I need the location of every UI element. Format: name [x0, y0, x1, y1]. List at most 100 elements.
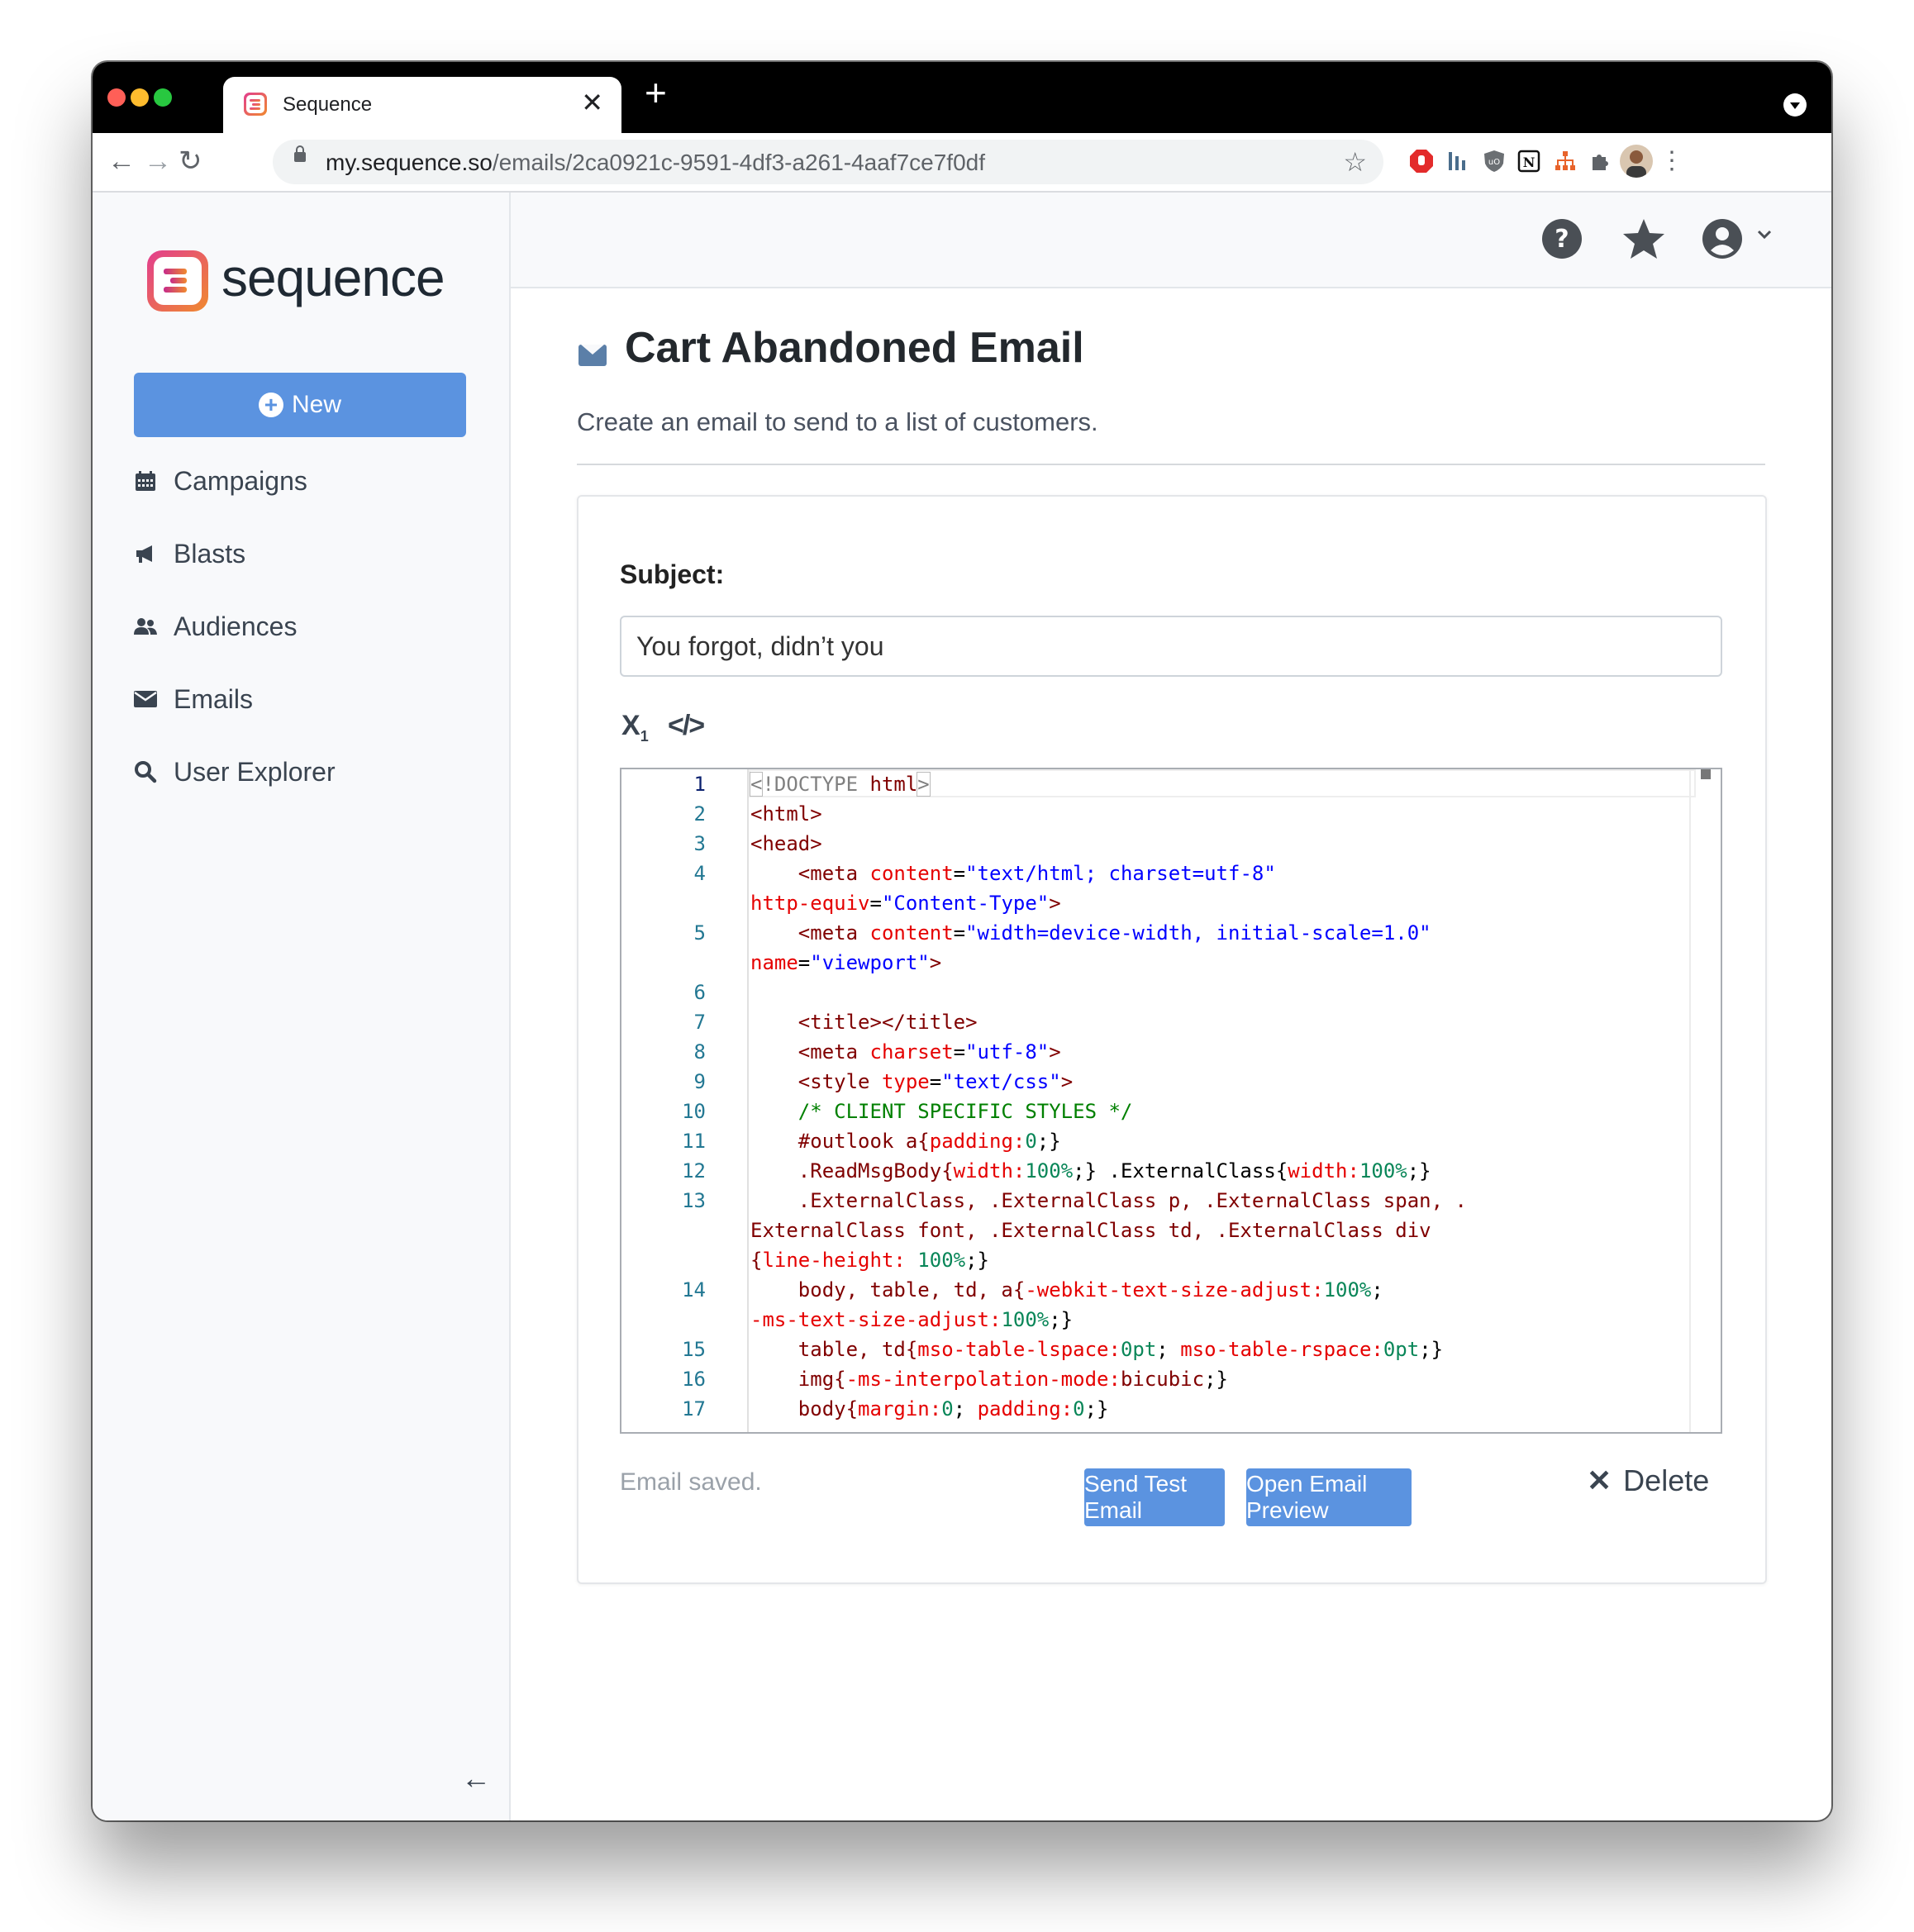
- line-number: 1: [693, 773, 706, 796]
- subject-label: Subject:: [620, 559, 725, 589]
- line-number: 5: [693, 921, 706, 945]
- send-test-email-button[interactable]: Send Test Email: [1084, 1468, 1225, 1526]
- code-line: http-equiv="Content-Type">: [750, 892, 1061, 915]
- email-form-card: Subject: You forgot, didn’t you X1 </> 1…: [577, 495, 1767, 1584]
- svg-text:uO: uO: [1488, 158, 1500, 167]
- delete-button[interactable]: ✕ Delete: [1587, 1463, 1709, 1498]
- new-button[interactable]: + New: [134, 373, 466, 437]
- code-line: name="viewport">: [750, 951, 942, 974]
- reload-icon[interactable]: ↻: [179, 145, 202, 178]
- minimize-window-button[interactable]: [131, 88, 149, 107]
- bookmark-star-icon[interactable]: ☆: [1343, 146, 1367, 178]
- editor-scrollbar[interactable]: [1689, 769, 1721, 1432]
- code-line: {line-height: 100%;}: [750, 1249, 989, 1272]
- subscript-icon[interactable]: X1: [621, 710, 649, 745]
- top-bar: ?: [511, 193, 1831, 288]
- sidebar-item-label: User Explorer: [174, 756, 336, 787]
- code-line: /* CLIENT SPECIFIC STYLES */: [750, 1100, 1133, 1123]
- search-icon: [132, 760, 159, 783]
- line-number: 15: [682, 1338, 706, 1361]
- envelope-icon: [578, 345, 607, 366]
- address-toolbar: ← → ↻ my.sequence.so/emails/2ca0921c-959…: [93, 133, 1831, 193]
- line-number: 9: [693, 1070, 706, 1093]
- divider: [577, 464, 1765, 465]
- code-editor[interactable]: 1 2 3 4 5 6 7 8 9 10 11 12 13 14 15 16 17 <!DOCTYPE html…: [620, 768, 1722, 1434]
- browser-menu-icon[interactable]: ⋮: [1659, 145, 1684, 178]
- sidebar-item-user-explorer[interactable]: User Explorer: [132, 751, 336, 792]
- plus-circle-icon: +: [258, 393, 283, 417]
- analytics-extension-icon[interactable]: [1443, 146, 1473, 176]
- subject-input[interactable]: You forgot, didn’t you: [620, 616, 1722, 677]
- line-number-gutter: 1 2 3 4 5 6 7 8 9 10 11 12 13 14 15 16 17: [621, 769, 745, 1432]
- code-content[interactable]: <!DOCTYPE html> <html> <head> <meta conten…: [747, 769, 1696, 1432]
- tab-title: Sequence: [283, 93, 373, 116]
- line-number: 2: [693, 802, 706, 826]
- code-line: body, table, td, a{-webkit-text-size-adj…: [750, 1278, 1383, 1301]
- code-line: table, td{mso-table-lspace:0pt; mso-tabl…: [750, 1338, 1444, 1361]
- open-email-preview-button[interactable]: Open Email Preview: [1246, 1468, 1412, 1526]
- line-number: 4: [693, 862, 706, 885]
- browser-tab[interactable]: Sequence ✕: [223, 77, 621, 133]
- code-line: .ExternalClass, .ExternalClass p, .Exter…: [750, 1189, 1467, 1212]
- address-bar[interactable]: my.sequence.so/emails/2ca0921c-9591-4df3…: [273, 140, 1383, 184]
- code-line: <head>: [750, 832, 822, 855]
- users-icon: [132, 615, 159, 638]
- code-line: <html>: [750, 802, 822, 826]
- code-line: img{-ms-interpolation-mode:bicubic;}: [750, 1368, 1228, 1391]
- sidebar-item-label: Audiences: [174, 611, 298, 641]
- code-line: <title></title>: [798, 1011, 978, 1034]
- url-text: my.sequence.so/emails/2ca0921c-9591-4df3…: [326, 150, 986, 175]
- sidebar: sequence + New Campaigns Blasts Audiences…: [93, 193, 511, 1820]
- code-line: ExternalClass font, .ExternalClass td, .…: [750, 1219, 1431, 1242]
- page-title: Cart Abandoned Email: [625, 324, 1084, 372]
- sidebar-item-campaigns[interactable]: Campaigns: [132, 460, 307, 502]
- sidebar-item-audiences[interactable]: Audiences: [132, 606, 297, 647]
- collapse-sidebar-arrow-icon[interactable]: ←: [461, 1761, 491, 1796]
- ublock-extension-icon[interactable]: uO: [1479, 146, 1509, 176]
- line-number: 3: [693, 832, 706, 855]
- line-number: 8: [693, 1040, 706, 1064]
- sidebar-item-blasts[interactable]: Blasts: [132, 533, 245, 574]
- code-icon[interactable]: </>: [668, 710, 705, 742]
- line-number: 7: [693, 1011, 706, 1034]
- sidebar-item-label: Blasts: [174, 538, 246, 569]
- code-line: .ReadMsgBody{width:100%;} .ExternalClass…: [750, 1159, 1431, 1183]
- profile-avatar[interactable]: [1620, 145, 1653, 178]
- line-number: 16: [682, 1368, 706, 1391]
- star-icon[interactable]: [1621, 217, 1666, 264]
- account-icon[interactable]: [1701, 217, 1744, 264]
- line-number: 10: [682, 1100, 706, 1123]
- lock-icon: [294, 145, 306, 162]
- line-number: 17: [682, 1397, 706, 1420]
- tab-close-icon[interactable]: ✕: [581, 87, 603, 118]
- code-line: <meta content="width=device-width, initi…: [798, 921, 1431, 945]
- save-status: Email saved.: [620, 1468, 762, 1496]
- code-line: -ms-text-size-adjust:100%;}: [750, 1308, 1074, 1331]
- svg-text:N: N: [1523, 155, 1535, 170]
- sitemap-extension-icon[interactable]: [1550, 146, 1580, 176]
- code-line: <meta content="text/html; charset=utf-8": [798, 862, 1276, 885]
- line-number: 13: [682, 1189, 706, 1212]
- code-line: #outlook a{padding:0;}: [750, 1130, 1061, 1153]
- close-window-button[interactable]: [107, 88, 126, 107]
- sidebar-item-emails[interactable]: Emails: [132, 678, 253, 720]
- notion-extension-icon[interactable]: N: [1514, 146, 1544, 176]
- chevron-down-icon[interactable]: [1755, 226, 1774, 248]
- extensions-puzzle-icon[interactable]: [1585, 146, 1615, 176]
- sequence-logo-icon: [147, 250, 208, 312]
- line-number: 14: [682, 1278, 706, 1301]
- code-line: <style type="text/css">: [798, 1070, 1074, 1093]
- browser-window: Sequence ✕ + ← → ↻ my.sequence.so/emails…: [93, 62, 1831, 1820]
- forward-icon[interactable]: →: [144, 145, 172, 178]
- code-line: body{margin:0; padding:0;}: [750, 1397, 1109, 1420]
- back-icon[interactable]: ←: [107, 145, 136, 178]
- tab-search-icon[interactable]: [1783, 93, 1807, 117]
- adblock-extension-icon[interactable]: [1407, 146, 1436, 176]
- envelope-icon: [132, 688, 159, 710]
- sidebar-item-label: Emails: [174, 683, 254, 714]
- close-icon: ✕: [1587, 1463, 1612, 1497]
- code-line: <!DOCTYPE html>: [749, 772, 931, 797]
- help-icon[interactable]: ?: [1540, 217, 1583, 264]
- maximize-window-button[interactable]: [154, 88, 172, 107]
- new-tab-button[interactable]: +: [645, 74, 667, 112]
